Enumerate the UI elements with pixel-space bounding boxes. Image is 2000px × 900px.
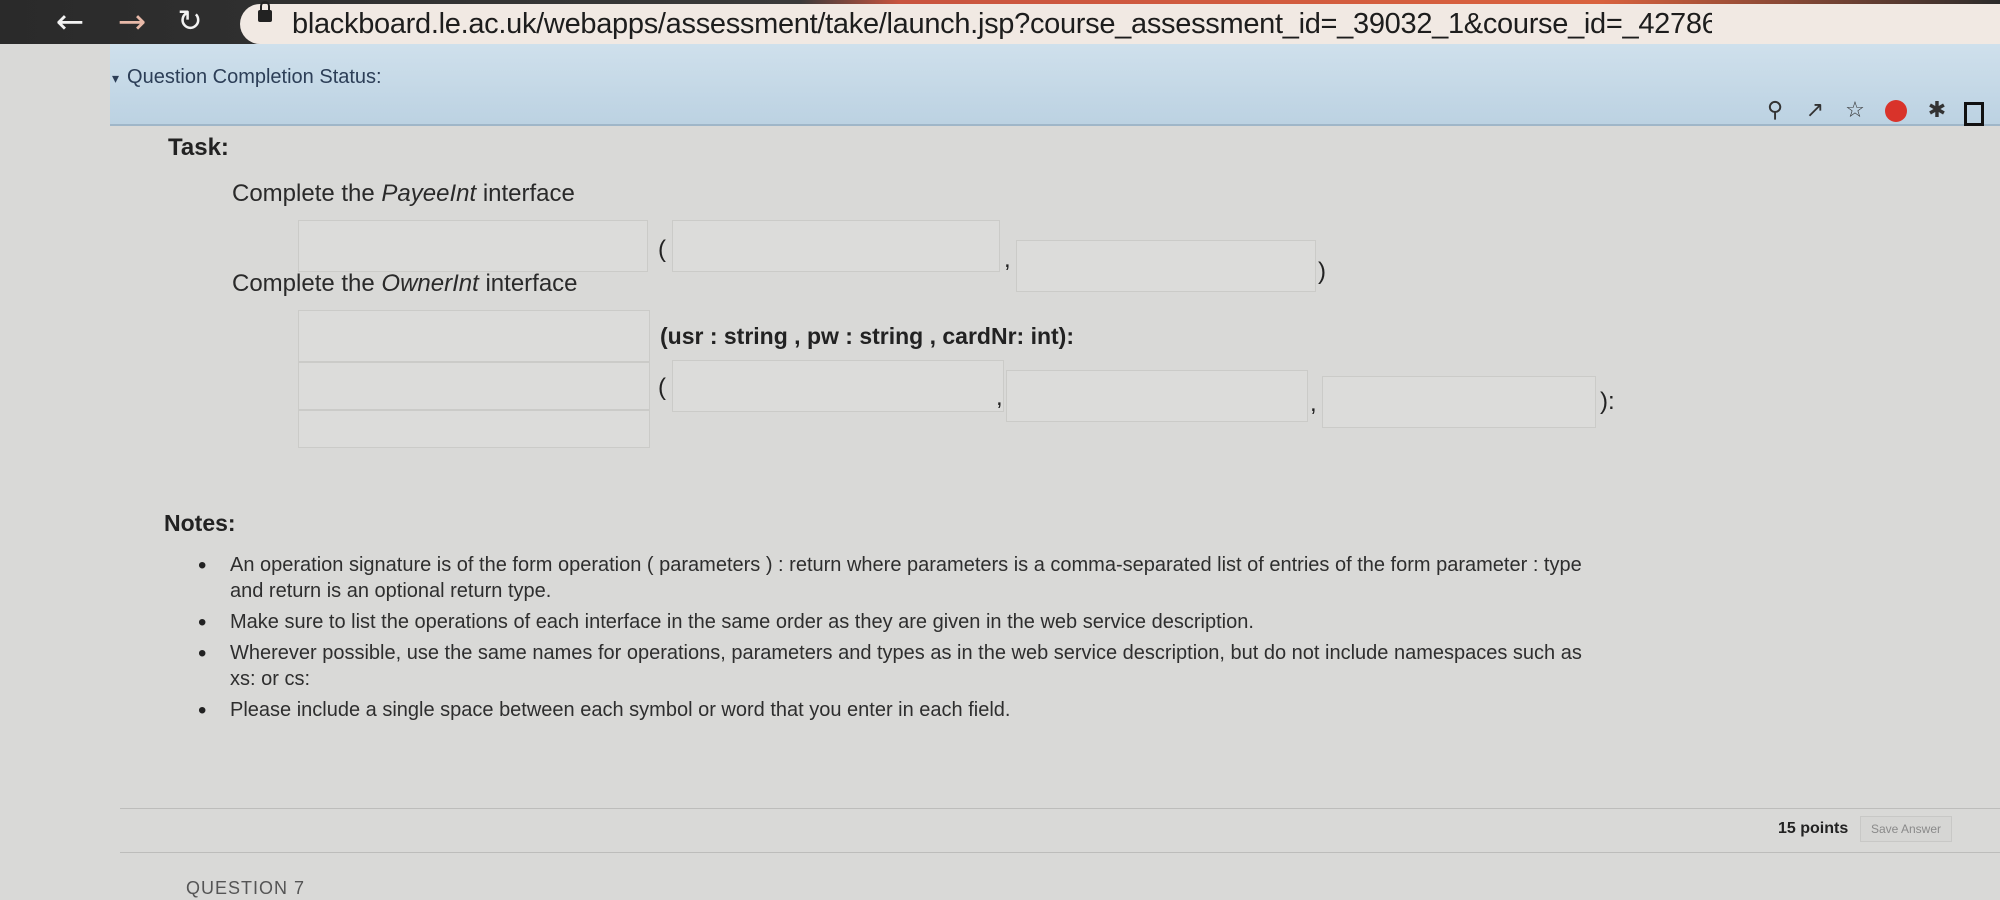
open-paren: (: [658, 374, 666, 401]
forward-icon[interactable]: →: [112, 2, 152, 42]
share-icon[interactable]: ↗: [1800, 96, 1830, 126]
comma: ,: [1004, 246, 1011, 273]
search-icon[interactable]: ⚲: [1760, 96, 1790, 126]
sidebar-icon[interactable]: [1964, 102, 1984, 126]
comma: ,: [996, 384, 1003, 411]
owner-param3-field[interactable]: [1322, 376, 1596, 428]
list-item: Wherever possible, use the same names fo…: [190, 640, 1610, 692]
back-icon[interactable]: ←: [50, 2, 90, 42]
payee-interface-heading: Complete the PayeeInt interface: [232, 180, 575, 207]
save-answer-button[interactable]: Save Answer: [1860, 816, 1952, 842]
close-paren: ): [1318, 258, 1326, 285]
next-question-heading: QUESTION 7: [186, 878, 306, 898]
owner-operation2-return-field[interactable]: [298, 410, 650, 448]
comma: ,: [1310, 390, 1317, 417]
payee-param2-field[interactable]: [1016, 240, 1316, 292]
owner-interface-heading: Complete the OwnerInt interface: [232, 270, 578, 297]
divider: [120, 808, 2000, 809]
puzzle-icon[interactable]: ✱: [1922, 96, 1952, 126]
question-status-bar: [110, 44, 2000, 126]
extension-icon[interactable]: [1885, 100, 1907, 122]
star-icon[interactable]: ☆: [1840, 96, 1870, 126]
question-completion-status[interactable]: ▾ Question Completion Status:: [112, 66, 382, 89]
points-label: 15 points: [1778, 820, 1849, 837]
close-paren-colon: ):: [1600, 388, 1615, 415]
list-item: Make sure to list the operations of each…: [190, 609, 1610, 636]
task-heading: Task:: [168, 134, 229, 161]
payee-param1-field[interactable]: [672, 220, 1000, 272]
url-text[interactable]: blackboard.le.ac.uk/webapps/assessment/t…: [292, 8, 1712, 41]
notes-list: An operation signature is of the form op…: [190, 552, 1610, 728]
lock-icon: [258, 1, 272, 22]
owner-param2-field[interactable]: [1006, 370, 1308, 422]
reload-icon[interactable]: ↻: [170, 2, 210, 42]
list-item: Please include a single space between ea…: [190, 697, 1610, 724]
open-paren: (: [658, 236, 666, 263]
owner-param1-field[interactable]: [672, 360, 1004, 412]
owner-operation1-field[interactable]: [298, 310, 650, 362]
notes-heading: Notes:: [164, 510, 236, 536]
chevron-down-icon[interactable]: ▾: [112, 70, 119, 86]
divider: [120, 852, 2000, 853]
payee-operation-field[interactable]: [298, 220, 648, 272]
list-item: An operation signature is of the form op…: [190, 552, 1610, 604]
owner-operation1-signature: (usr : string , pw : string , cardNr: in…: [660, 323, 1074, 349]
owner-operation2-field[interactable]: [298, 362, 650, 410]
